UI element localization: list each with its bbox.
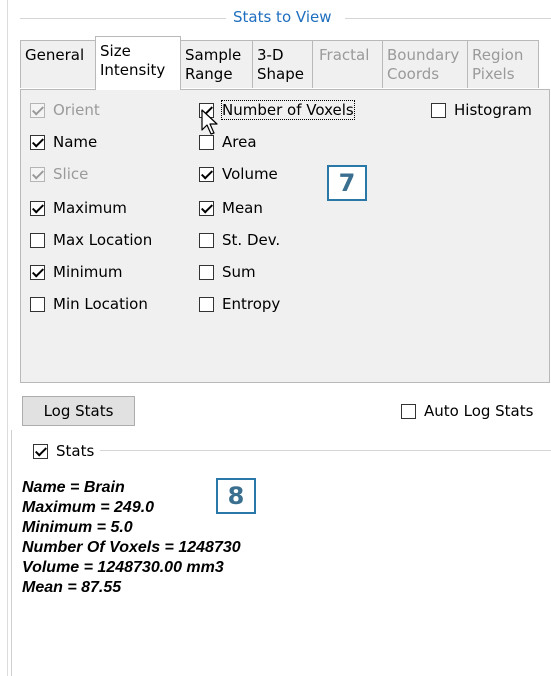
tab-strip: General Size Intensity Sample Range 3-D … (20, 36, 551, 90)
tab-label: Region (472, 46, 524, 64)
output-line: Maximum = 249.0 (22, 499, 155, 516)
checkbox-label: Minimum (53, 263, 123, 281)
checkbox-label: Name (53, 133, 98, 151)
checkbox-box[interactable] (199, 296, 214, 312)
checkbox-label: Volume (222, 165, 278, 183)
group-line-left (20, 18, 226, 19)
tab-boundary-coords: Boundary Coords (382, 40, 468, 88)
tab-label: General (25, 46, 85, 64)
checkbox-label: Orient (53, 101, 100, 119)
mouse-pointer-icon (201, 109, 218, 135)
maximum-checkbox[interactable]: Maximum (30, 197, 127, 219)
checkbox-box (30, 102, 45, 118)
checkbox-label: Histogram (454, 101, 532, 119)
tab-label-line2: Shape (257, 65, 304, 83)
checkbox-label: Number of Voxels (221, 100, 355, 120)
tab-label: Fractal (319, 46, 370, 64)
checkbox-box[interactable] (33, 443, 48, 459)
output-line: Mean = 87.55 (22, 579, 122, 596)
tab-label: 3-D (257, 46, 284, 64)
checkbox-label: Min Location (53, 295, 148, 313)
checkbox-box[interactable] (199, 232, 214, 248)
tab-label: Sample (185, 46, 242, 64)
checkbox-box[interactable] (30, 232, 45, 248)
output-line: Volume = 1248730.00 mm3 (22, 559, 224, 576)
volume-checkbox[interactable]: Volume (199, 163, 278, 185)
window-left-border (7, 0, 8, 676)
checkbox-box[interactable] (30, 134, 45, 150)
tab-region-pixels: Region Pixels (467, 40, 539, 88)
checkbox-label: Slice (53, 165, 89, 183)
stats-output: Name = Brain Maximum = 249.0 Minimum = 5… (22, 478, 422, 598)
checkbox-box[interactable] (401, 403, 416, 419)
tab-label-line2: Pixels (472, 65, 515, 83)
minimum-checkbox[interactable]: Minimum (30, 261, 123, 283)
group-line-right (345, 18, 551, 19)
checkbox-box[interactable] (30, 200, 45, 216)
st-dev-checkbox[interactable]: St. Dev. (199, 229, 280, 251)
checkbox-box[interactable] (431, 102, 446, 118)
checkbox-label: Area (222, 133, 257, 151)
histogram-checkbox[interactable]: Histogram (431, 99, 532, 121)
tab-label-line2: Range (185, 65, 233, 83)
stats-checkbox[interactable]: Stats (33, 440, 94, 462)
name-checkbox[interactable]: Name (30, 131, 97, 153)
checkbox-box[interactable] (30, 264, 45, 280)
output-line: Minimum = 5.0 (22, 519, 133, 536)
callout-badge: 7 (327, 165, 367, 201)
checkbox-box[interactable] (199, 134, 214, 150)
tab-label-line2: Intensity (100, 61, 166, 79)
group-title: Stats to View (233, 8, 332, 26)
checkbox-label: St. Dev. (222, 231, 281, 249)
mean-checkbox[interactable]: Mean (199, 197, 263, 219)
checkbox-box (30, 166, 45, 182)
checkbox-label: Mean (222, 199, 263, 217)
output-left-border (11, 430, 12, 676)
checkbox-label: Maximum (53, 199, 127, 217)
tab-size-intensity[interactable]: Size Intensity (95, 36, 181, 90)
checkbox-label: Max Location (53, 231, 153, 249)
checkbox-box[interactable] (199, 200, 214, 216)
tab-3d-shape[interactable]: 3-D Shape (252, 40, 313, 88)
sum-checkbox[interactable]: Sum (199, 261, 256, 283)
checkbox-label: Stats (56, 442, 95, 460)
output-line: Number Of Voxels = 1248730 (22, 539, 241, 556)
log-stats-button[interactable]: Log Stats (22, 396, 135, 426)
checkbox-label: Entropy (222, 295, 281, 313)
tab-label: Size (100, 42, 131, 60)
checkbox-label: Auto Log Stats (424, 402, 534, 420)
min-location-checkbox[interactable]: Min Location (30, 293, 148, 315)
checkbox-box[interactable] (30, 296, 45, 312)
tab-sample-range[interactable]: Sample Range (180, 40, 253, 88)
stats-group-line (100, 450, 551, 451)
max-location-checkbox[interactable]: Max Location (30, 229, 152, 251)
tab-label: Boundary (387, 46, 460, 64)
tab-fractal: Fractal (312, 40, 383, 88)
checkbox-label: Sum (222, 263, 256, 281)
auto-log-stats-checkbox[interactable]: Auto Log Stats (401, 400, 533, 422)
checkbox-box[interactable] (199, 166, 214, 182)
output-line: Name = Brain (22, 479, 125, 496)
tab-general[interactable]: General (20, 40, 96, 88)
tab-label-line2: Coords (387, 65, 440, 83)
checkbox-box[interactable] (199, 264, 214, 280)
orient-checkbox: Orient (30, 99, 100, 121)
slice-checkbox: Slice (30, 163, 88, 185)
entropy-checkbox[interactable]: Entropy (199, 293, 280, 315)
